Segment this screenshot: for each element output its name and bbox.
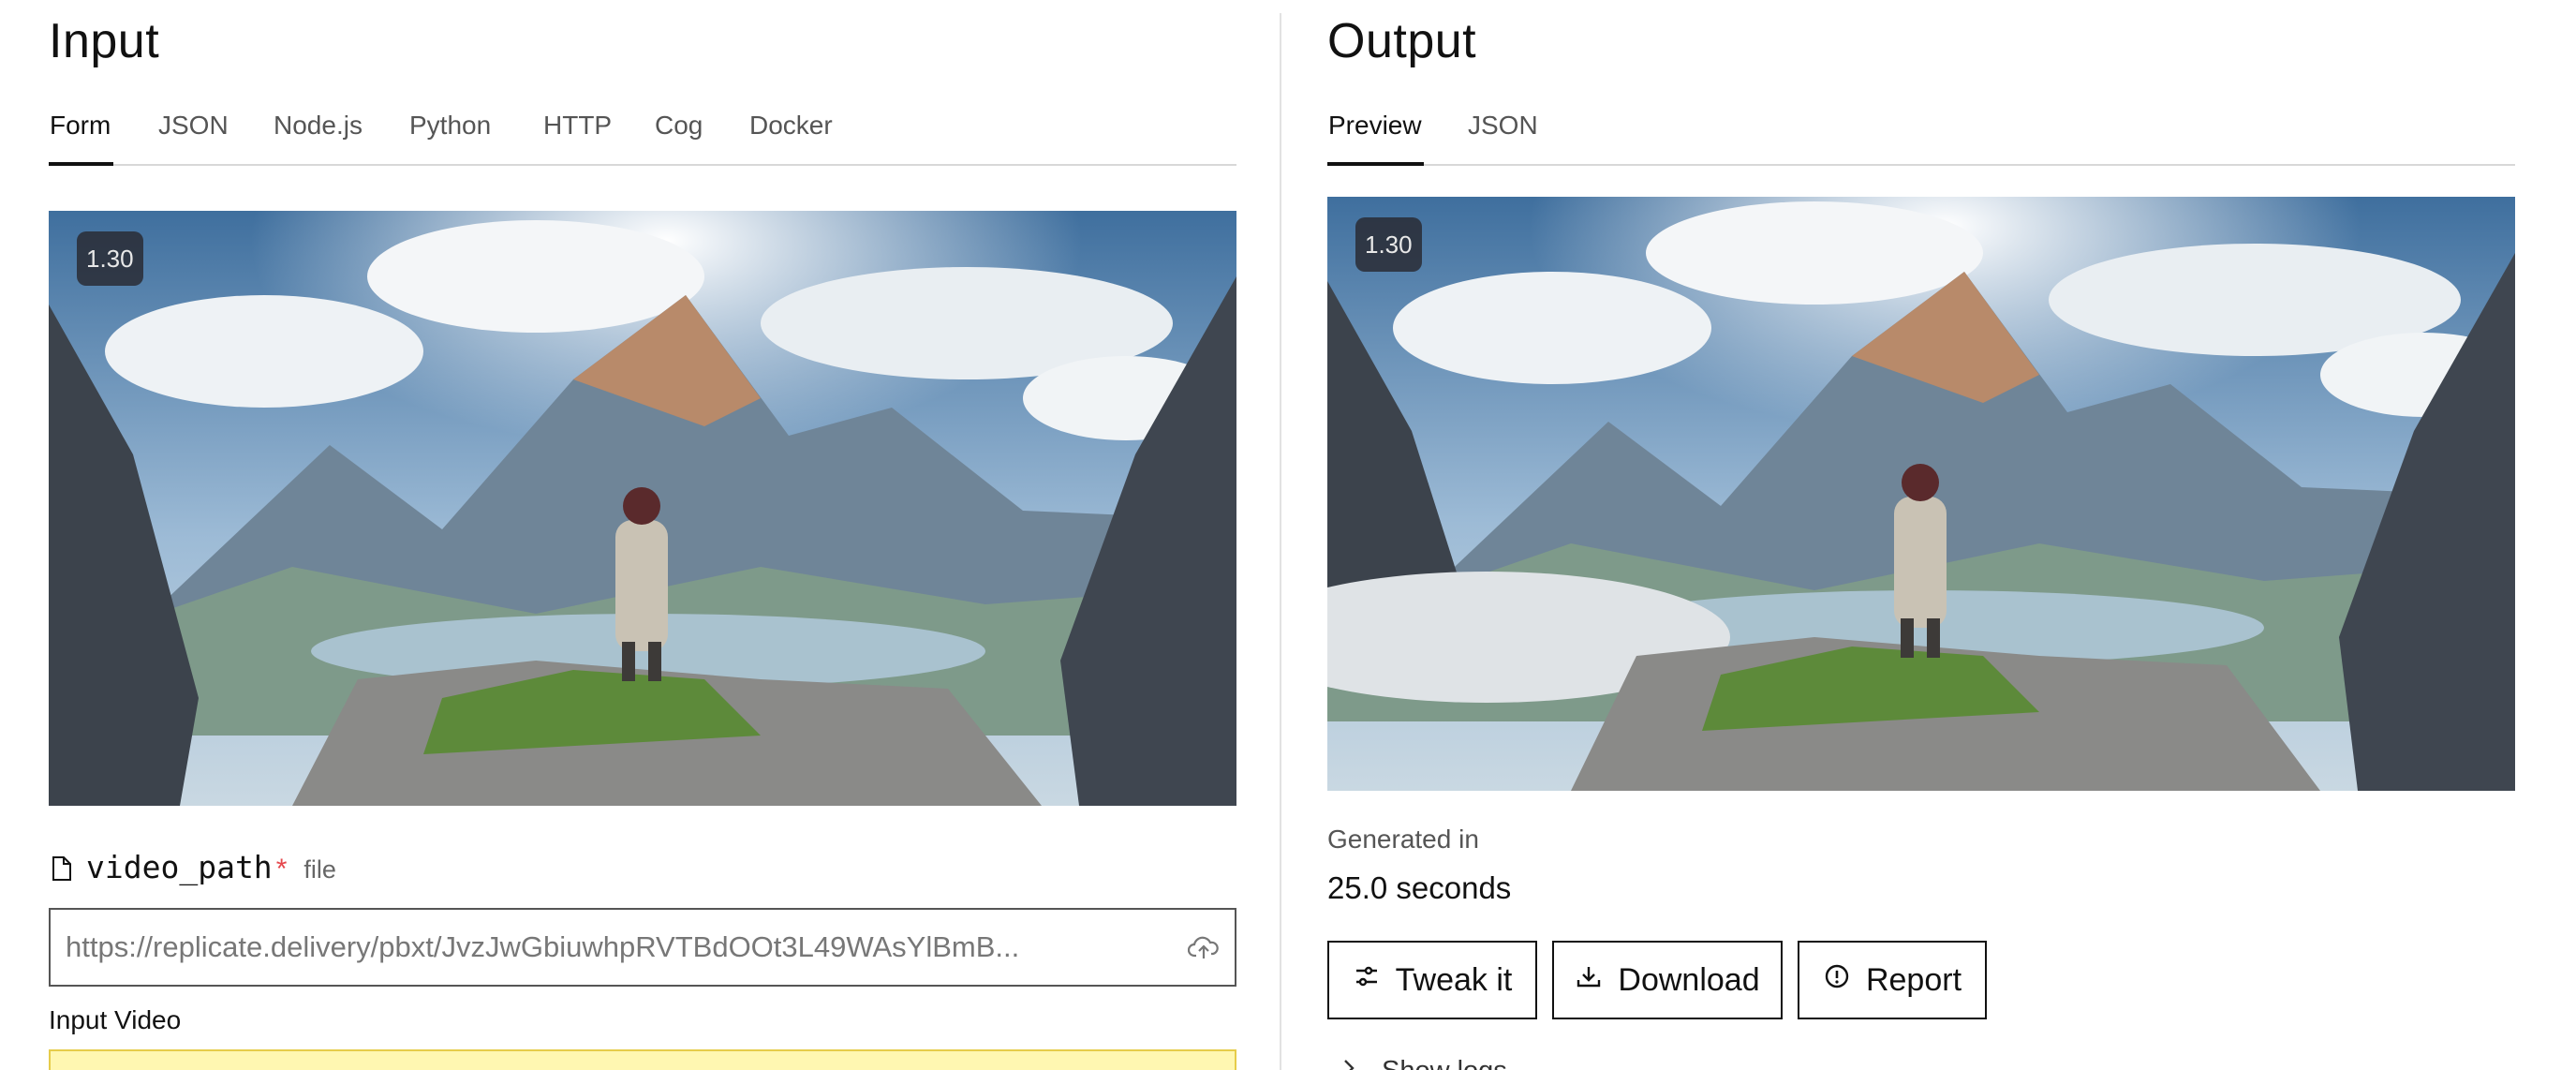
show-logs-toggle[interactable]: Show logs — [1382, 1055, 1507, 1070]
output-aspect-ratio-badge: 1.30 — [1355, 217, 1422, 272]
show-logs-label: Show logs — [1382, 1056, 1507, 1070]
landscape-image — [49, 211, 1236, 806]
tab-output-json[interactable]: JSON — [1468, 111, 1538, 141]
tab-docker[interactable]: Docker — [749, 111, 833, 141]
required-marker: * — [275, 854, 288, 884]
field-name: video_path — [86, 849, 273, 885]
download-icon — [1575, 962, 1603, 999]
generated-label: Generated in — [1327, 825, 1479, 854]
alert-circle-icon — [1823, 962, 1851, 999]
cloud-upload-icon[interactable] — [1187, 933, 1220, 961]
output-landscape-image — [1327, 197, 2515, 791]
video-path-input[interactable]: https://replicate.delivery/pbxt/JvzJwGbi… — [49, 908, 1236, 987]
input-video-dropzone[interactable] — [49, 1049, 1236, 1070]
tabs-divider — [49, 164, 1236, 166]
tab-form[interactable]: Form — [50, 111, 111, 141]
aspect-ratio-badge: 1.30 — [77, 231, 143, 286]
download-button[interactable]: Download — [1552, 941, 1783, 1019]
tab-http[interactable]: HTTP — [543, 111, 612, 141]
sliders-icon — [1353, 962, 1381, 999]
tab-cog[interactable]: Cog — [655, 111, 703, 141]
column-divider — [1280, 13, 1281, 1070]
report-button[interactable]: Report — [1798, 941, 1987, 1019]
tab-json[interactable]: JSON — [158, 111, 229, 141]
report-label: Report — [1865, 961, 1962, 998]
file-icon — [52, 855, 72, 882]
output-video-preview[interactable]: 1.30 — [1327, 197, 2515, 791]
tweak-it-button[interactable]: Tweak it — [1327, 941, 1537, 1019]
output-active-tab-indicator — [1327, 162, 1424, 166]
field-header: video_path * file — [86, 849, 336, 885]
output-title: Output — [1327, 14, 1477, 68]
generated-duration: 25.0 seconds — [1327, 870, 1512, 905]
field-type: file — [303, 855, 336, 884]
active-tab-indicator — [49, 162, 113, 166]
tab-python[interactable]: Python — [409, 111, 491, 141]
download-label: Download — [1618, 961, 1760, 998]
field-description: Input Video — [49, 1005, 182, 1034]
tab-nodejs[interactable]: Node.js — [274, 111, 363, 141]
chevron-right-icon[interactable] — [1341, 1057, 1356, 1070]
tab-preview[interactable]: Preview — [1328, 111, 1422, 141]
tweak-it-label: Tweak it — [1395, 961, 1513, 998]
input-video-preview[interactable]: 1.30 — [49, 211, 1236, 806]
input-title: Input — [49, 14, 160, 68]
output-tabs-divider — [1327, 164, 2515, 166]
video-path-value: https://replicate.delivery/pbxt/JvzJwGbi… — [66, 930, 1020, 963]
